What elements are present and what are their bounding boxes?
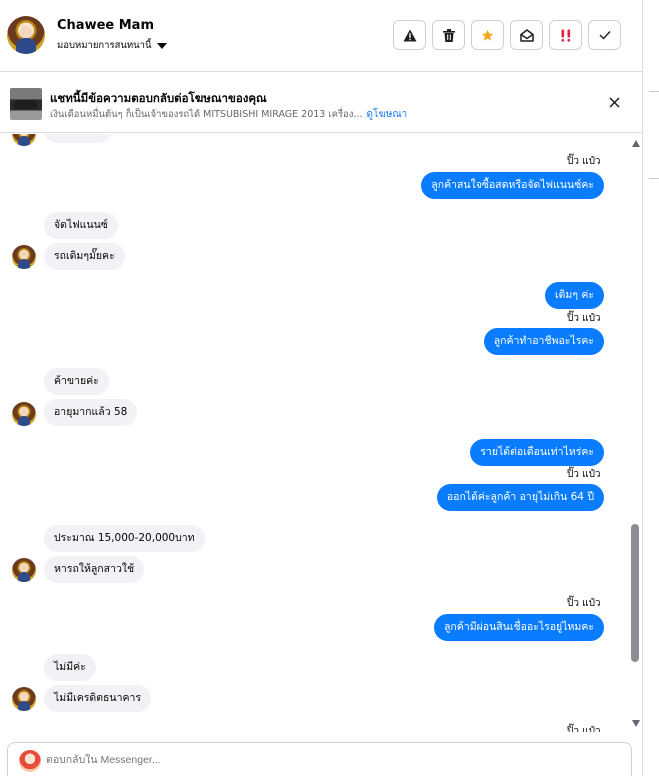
delete-button[interactable] (432, 20, 465, 50)
outgoing-message[interactable]: รายได้ต่อเดือนเท่าไหร่คะ (470, 439, 604, 466)
ad-banner-subtitle: เงินเดือนหมื่นต้นๆ ก็เป็นเจ้าของรถได้ MI… (50, 107, 407, 122)
ad-description: เงินเดือนหมื่นต้นๆ ก็เป็นเจ้าของรถได้ MI… (50, 109, 363, 120)
outgoing-message[interactable]: ลูกค้าทำอาชีพอะไรคะ (483, 328, 604, 355)
conversation-panel: Chawee Mam มอบหมายการสนทนานี้ แชทนี้มีข้… (0, 0, 643, 776)
seen-indicator: ปิ๊ว แป๋ว (567, 156, 601, 167)
edge-divider (649, 178, 659, 179)
mark-spam-button[interactable] (393, 20, 426, 50)
star-icon (481, 29, 494, 41)
assign-conversation-dropdown[interactable]: มอบหมายการสนทนานี้ (57, 38, 167, 53)
incoming-message[interactable]: จัดไฟแนนซ์ (44, 212, 118, 239)
seen-indicator: ปิ๊ว แป๋ว (567, 726, 601, 732)
contact-avatar-small (12, 558, 36, 582)
incoming-message[interactable]: ค้าขายค่ะ (44, 368, 109, 395)
mail-open-icon (519, 28, 534, 42)
trash-icon (442, 28, 455, 42)
scroll-down-arrow-icon[interactable] (632, 720, 640, 727)
page-avatar (19, 750, 41, 772)
outgoing-message[interactable]: เดิมๆ ค่ะ (545, 282, 604, 309)
header-actions (393, 20, 621, 50)
reply-composer (7, 742, 632, 776)
incoming-message[interactable]: ประมาณ 15,000-20,000บาท (44, 525, 205, 552)
scroll-up-arrow-icon[interactable] (632, 140, 640, 147)
contact-avatar[interactable] (7, 16, 45, 54)
close-banner-button[interactable] (603, 91, 625, 113)
star-button[interactable] (471, 20, 504, 50)
contact-name[interactable]: Chawee Mam (57, 18, 154, 33)
ad-banner-title: แชทนี้มีข้อความตอบกลับต่อโฆษณาของคุณ (50, 91, 267, 105)
close-icon (608, 96, 620, 108)
edge-divider (649, 91, 659, 92)
ad-thumbnail[interactable] (10, 88, 42, 120)
contact-avatar-small (12, 245, 36, 269)
incoming-message[interactable]: อายุมากแล้ว 58 (44, 399, 138, 426)
incoming-message-partial (44, 134, 112, 143)
seen-indicator: ปิ๊ว แป๋ว (567, 313, 601, 324)
mark-done-button[interactable] (588, 20, 621, 50)
assign-label: มอบหมายการสนทนานี้ (57, 40, 152, 51)
follow-up-button[interactable] (549, 20, 582, 50)
warning-icon (403, 29, 416, 41)
conversation-header: Chawee Mam มอบหมายการสนทนานี้ (0, 0, 643, 72)
follow-up-icon (561, 29, 570, 42)
message-scrollbar[interactable] (629, 136, 643, 732)
incoming-message[interactable]: ไม่มีเครดิตธนาคาร (44, 685, 152, 712)
seen-indicator: ปิ๊ว แป๋ว (567, 469, 601, 480)
seen-indicator: ปิ๊ว แป๋ว (567, 598, 601, 609)
outgoing-message[interactable]: ลูกค้ามีผ่อนสินเชื่ออะไรอยู่ไหมคะ (434, 614, 604, 641)
check-icon (599, 31, 611, 40)
incoming-message[interactable]: ไม่มีค่ะ (44, 654, 96, 681)
ad-reply-banner: แชทนี้มีข้อความตอบกลับต่อโฆษณาของคุณ เงิ… (0, 73, 643, 133)
view-ad-link[interactable]: ดูโฆษณา (366, 109, 407, 120)
contact-avatar-small (12, 402, 36, 426)
scrollbar-thumb[interactable] (631, 524, 639, 662)
outgoing-message[interactable]: ออกได้ค่ะลูกค้า อายุไม่เกิน 64 ปี (436, 484, 604, 511)
caret-down-icon (156, 42, 167, 49)
incoming-message[interactable]: รถเดิมๆมั๊ยคะ (44, 243, 125, 270)
contact-avatar-small (12, 687, 36, 711)
mark-unread-button[interactable] (510, 20, 543, 50)
contact-avatar-small (12, 134, 36, 146)
message-thread: ปิ๊ว แป๋ว ลูกค้าสนใจซื้อสดหรือจัดไฟแนนซ์… (0, 134, 628, 732)
reply-input[interactable] (46, 754, 181, 766)
incoming-message[interactable]: หารถให้ลูกสาวใช้ (44, 556, 145, 583)
outgoing-message[interactable]: ลูกค้าสนใจซื้อสดหรือจัดไฟแนนซ์คะ (421, 172, 604, 199)
page-edge (643, 0, 659, 776)
